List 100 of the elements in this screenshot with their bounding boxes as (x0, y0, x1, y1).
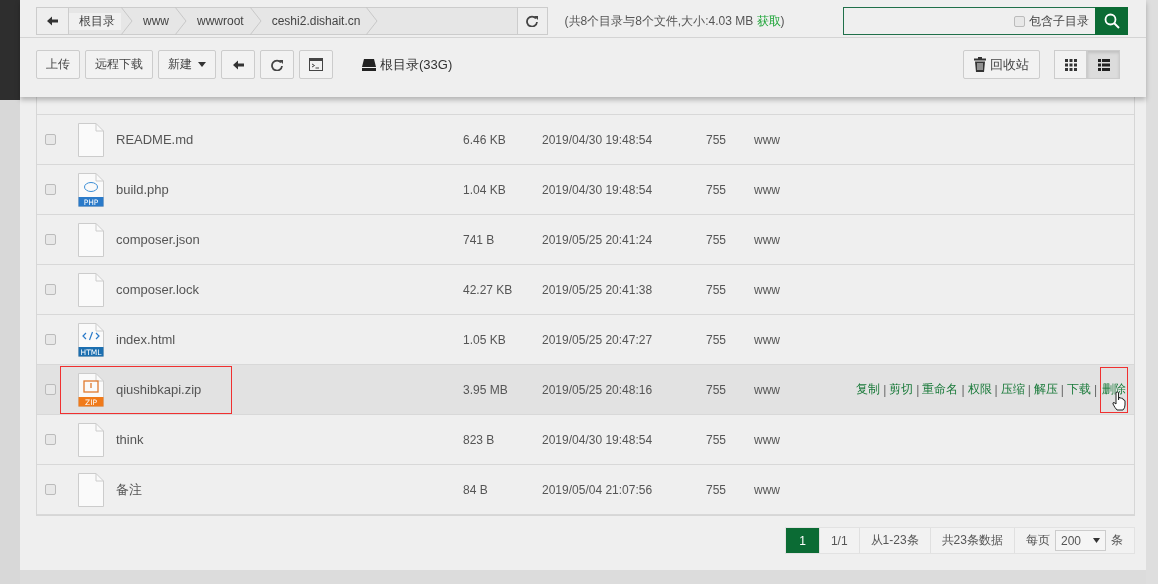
per-page-unit: 条 (1111, 532, 1123, 549)
permission: 755 (706, 332, 728, 347)
file-name[interactable]: index.html (116, 332, 176, 347)
permission: 755 (706, 132, 728, 147)
modified-time: 2019/04/30 19:48:54 (542, 132, 654, 147)
file-name[interactable]: think (116, 432, 144, 447)
modified-time: 2019/05/25 20:41:38 (542, 282, 654, 297)
checkbox[interactable] (45, 184, 56, 195)
toolbar-button[interactable]: 远程下载 (85, 50, 153, 79)
checkbox[interactable] (45, 434, 56, 445)
breadcrumb-item[interactable]: 根目录 (69, 12, 121, 30)
modified-time: 2019/05/25 20:48:16 (542, 382, 654, 397)
back-icon (231, 58, 245, 71)
refresh-button[interactable] (260, 50, 294, 79)
file-row[interactable]: composer.json 741 B 2019/05/25 20:41:24 755 www (37, 215, 1134, 265)
file-name[interactable]: README.md (116, 132, 194, 147)
permission: 755 (706, 182, 728, 197)
modified-time: 2019/05/04 21:07:56 (542, 482, 654, 497)
search-field[interactable]: 包含子目录 (843, 7, 1096, 35)
checkbox[interactable] (45, 484, 56, 495)
breadcrumb-item[interactable]: ceshi2.dishait.cn (261, 14, 367, 28)
file-icon (78, 472, 104, 507)
terminal-button[interactable] (299, 50, 333, 79)
owner: www (754, 232, 781, 247)
file-icon (78, 272, 104, 307)
grid-view-icon (1064, 58, 1077, 71)
file-name[interactable]: 备注 (116, 480, 142, 499)
file-size: 1.04 KB (463, 182, 507, 197)
disk-label[interactable]: 根目录(33G) (380, 55, 453, 74)
refresh-button[interactable] (516, 8, 547, 34)
file-row[interactable]: think 823 B 2019/04/30 19:48:54 755 www (37, 415, 1134, 465)
action-link[interactable]: 重命名 (922, 381, 959, 398)
row-range: 从1-23条 (859, 528, 931, 553)
action-link[interactable]: 压缩 (1000, 381, 1025, 398)
refresh-icon (270, 58, 284, 71)
action-link[interactable]: 剪切 (889, 381, 914, 398)
view-mode-button[interactable] (1087, 50, 1120, 79)
permission: 755 (706, 282, 728, 297)
file-size: 1.05 KB (463, 332, 507, 347)
file-name[interactable]: composer.json (116, 232, 200, 247)
modified-time: 2019/04/30 19:48:54 (542, 182, 654, 197)
back-button[interactable] (37, 8, 69, 34)
view-mode-button[interactable] (1054, 50, 1087, 79)
separator: | (883, 382, 887, 397)
page-count: 1/1 (819, 528, 860, 553)
file-size: 6.46 KB (463, 132, 507, 147)
file-row[interactable]: 备注 84 B 2019/05/04 21:07:56 755 www (37, 465, 1134, 515)
breadcrumb-item[interactable]: wwwroot (187, 14, 250, 28)
file-name[interactable]: qiushibkapi.zip (116, 382, 202, 397)
checkbox[interactable] (45, 284, 56, 295)
checkbox[interactable] (45, 334, 56, 345)
trash-icon (974, 57, 986, 72)
subdirectory-checkbox[interactable] (1014, 15, 1026, 27)
checkbox[interactable] (45, 384, 56, 395)
caret-icon (1093, 538, 1100, 543)
separator: | (1060, 382, 1064, 397)
modified-time: 2019/05/25 20:47:27 (542, 332, 654, 347)
file-name[interactable]: build.php (116, 182, 169, 197)
owner: www (754, 182, 781, 197)
action-link[interactable]: 权限 (967, 381, 992, 398)
total-count: 共23条数据 (930, 528, 1015, 553)
back-button[interactable] (221, 50, 255, 79)
separator: | (916, 382, 920, 397)
file-row[interactable]: composer.lock 42.27 KB 2019/05/25 20:41:38 755 www (37, 265, 1134, 315)
file-icon (78, 122, 104, 157)
file-row[interactable]: README.md 6.46 KB 2019/04/30 19:48:54 755 www (37, 115, 1134, 165)
file-size: 84 B (463, 482, 489, 497)
toolbar-button[interactable]: 上传 (36, 50, 80, 79)
owner: www (754, 432, 781, 447)
new-dropdown-button[interactable]: 新建 (158, 50, 216, 79)
owner: www (754, 282, 781, 297)
checkbox[interactable] (45, 134, 56, 145)
search-icon (1103, 13, 1120, 29)
per-page-label: 每页 (1025, 532, 1050, 549)
file-icon (78, 222, 104, 257)
owner: www (754, 482, 781, 497)
drive-icon (362, 58, 376, 71)
permission: 755 (706, 432, 728, 447)
breadcrumb-item[interactable]: www (133, 14, 175, 28)
modified-time: 2019/05/25 20:41:24 (542, 232, 654, 247)
file-size: 823 B (463, 432, 496, 447)
file-icon (78, 422, 104, 457)
owner: www (754, 132, 781, 147)
file-size: 42.27 KB (463, 282, 514, 297)
separator: | (1093, 382, 1097, 397)
search-button[interactable] (1095, 7, 1128, 35)
action-link[interactable]: 下载 (1066, 381, 1091, 398)
recycle-bin-button[interactable]: 回收站 (963, 50, 1040, 79)
file-name[interactable]: composer.lock (116, 282, 200, 297)
action-link[interactable]: 复制 (856, 381, 881, 398)
modified-time: 2019/04/30 19:48:54 (542, 432, 654, 447)
per-page-select[interactable]: 200 (1054, 530, 1106, 551)
file-size: 3.95 MB (463, 382, 509, 397)
list-view-icon (1097, 58, 1110, 71)
page-button[interactable]: 1 (786, 528, 820, 553)
checkbox[interactable] (45, 234, 56, 245)
subdirectory-label: 包含子目录 (1029, 12, 1090, 30)
action-link[interactable]: 解压 (1033, 381, 1058, 398)
separator: | (994, 382, 998, 397)
action-link[interactable]: 删除 (1102, 381, 1126, 398)
